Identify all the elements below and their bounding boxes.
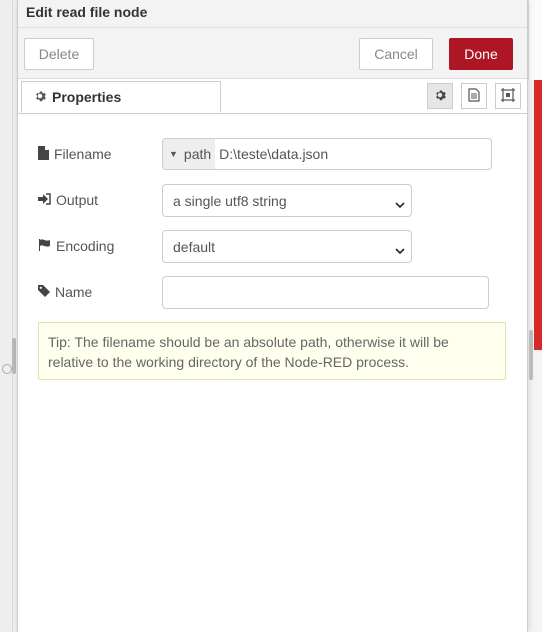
cancel-button[interactable]: Cancel — [359, 38, 433, 70]
sign-in-icon — [38, 192, 56, 208]
delete-button[interactable]: Delete — [24, 38, 94, 70]
tray-toolbar: Delete Cancel Done — [18, 28, 527, 79]
encoding-label: Encoding — [38, 238, 142, 254]
tab-appearance-icon-button[interactable] — [495, 83, 521, 109]
chevron-down-icon — [395, 242, 405, 258]
tip-box: Tip: The filename should be an absolute … — [38, 322, 506, 380]
done-button[interactable]: Done — [449, 38, 513, 70]
left-resize-handle[interactable] — [12, 338, 16, 374]
tab-properties-label: Properties — [52, 89, 122, 105]
filename-type-selector[interactable]: ▼ path — [163, 139, 216, 169]
caret-down-icon: ▼ — [169, 149, 178, 159]
chevron-down-icon — [395, 196, 405, 212]
filename-label: Filename — [38, 145, 142, 163]
workspace-port — [2, 364, 12, 374]
encoding-select[interactable]: default — [162, 230, 412, 263]
output-label: Output — [38, 192, 142, 208]
name-input[interactable] — [162, 276, 489, 309]
appearance-icon — [501, 87, 515, 105]
right-resize-handle[interactable] — [529, 330, 533, 380]
tab-description-icon-button[interactable] — [461, 83, 487, 109]
tray-tabs: Properties — [18, 80, 527, 114]
filename-typed-input[interactable]: ▼ path D:\teste\data.json — [162, 138, 492, 170]
workspace-left-strip — [0, 0, 13, 632]
encoding-row: Encoding default — [38, 230, 412, 263]
tab-settings-icon-button[interactable] — [427, 83, 453, 109]
flag-icon — [38, 238, 56, 254]
tab-properties[interactable]: Properties — [21, 81, 221, 113]
output-row: Output a single utf8 string — [38, 184, 412, 217]
edit-tray: Edit read file node Delete Cancel Done P… — [17, 0, 528, 632]
gear-icon — [434, 89, 446, 104]
description-icon — [468, 87, 480, 105]
filename-row: Filename ▼ path D:\teste\data.json — [38, 138, 492, 170]
name-row: Name — [38, 276, 489, 309]
filename-value[interactable]: D:\teste\data.json — [215, 146, 328, 162]
output-select[interactable]: a single utf8 string — [162, 184, 412, 217]
file-icon — [38, 145, 54, 163]
workspace-right-strip — [528, 0, 542, 80]
gear-icon — [34, 90, 46, 105]
tag-icon — [38, 284, 55, 300]
workspace-node-edge — [534, 80, 542, 350]
tray-title: Edit read file node — [18, 0, 527, 28]
name-label: Name — [38, 284, 142, 300]
